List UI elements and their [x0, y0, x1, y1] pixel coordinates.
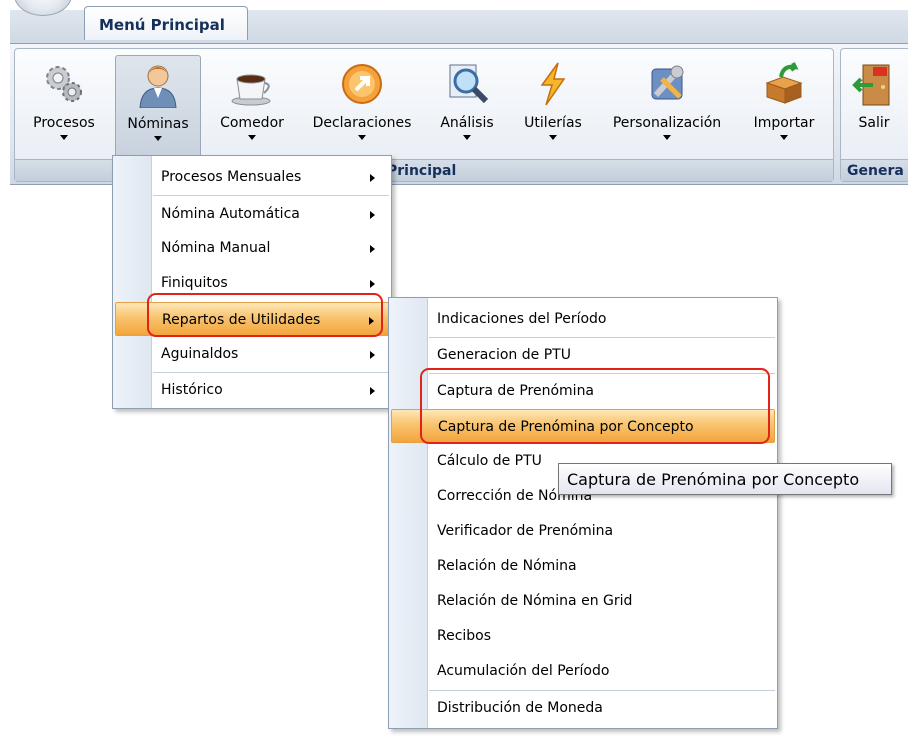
menu-item-label: Recibos [437, 628, 492, 644]
comedor-label: Comedor [220, 115, 284, 131]
menu-item-label: Acumulación del Período [437, 663, 610, 679]
submenu-arrow-icon [370, 211, 375, 219]
dropdown-arrow-icon [358, 135, 366, 140]
importar-label: Importar [753, 115, 815, 131]
group-general-label: Genera [841, 159, 908, 181]
dropdown-arrow-icon [463, 135, 471, 140]
menu-item-label: Cálculo de PTU [437, 453, 542, 469]
lightning-icon [540, 62, 566, 106]
menu-separator [153, 195, 389, 196]
import-box-icon [765, 62, 803, 104]
menu-item-recibos[interactable]: Recibos [391, 619, 775, 653]
coffee-cup-icon [231, 74, 271, 106]
menu-item-label: Generacion de PTU [437, 347, 571, 363]
dropdown-arrow-icon [60, 135, 68, 140]
menu-item-verificador-de-prenomina[interactable]: Verificador de Prenómina [391, 514, 775, 548]
menu-item-label: Indicaciones del Período [437, 311, 607, 327]
magnifier-icon [449, 64, 489, 104]
menu-item-label: Finiquitos [161, 275, 228, 291]
menu-item-label: Relación de Nómina [437, 558, 577, 574]
menu-item-repartos-de-utilidades[interactable]: Repartos de Utilidades [115, 302, 389, 336]
personalizacion-button[interactable]: Personalización [601, 55, 733, 159]
menu-item-label: Repartos de Utilidades [162, 312, 321, 328]
menu-item-acumulacion-del-periodo[interactable]: Acumulación del Período [391, 654, 775, 688]
menu-item-generacion-de-ptu[interactable]: Generacion de PTU [391, 338, 775, 372]
menu-item-label: Verificador de Prenómina [437, 523, 614, 539]
personalizacion-label: Personalización [612, 115, 722, 131]
menu-item-relacion-de-nomina-en-grid[interactable]: Relación de Nómina en Grid [391, 584, 775, 618]
procesos-label: Procesos [33, 115, 95, 131]
submenu-arrow-icon [369, 317, 374, 325]
menu-item-captura-de-prenomina[interactable]: Captura de Prenómina [391, 374, 775, 408]
menu-item-label: Histórico [161, 382, 223, 398]
exit-door-icon [852, 64, 890, 106]
menu-item-indicaciones-del-periodo[interactable]: Indicaciones del Período [391, 302, 775, 336]
submenu-arrow-icon [370, 280, 375, 288]
nominas-button[interactable]: Nóminas [115, 55, 201, 159]
menu-item-captura-de-prenomina-por-concepto[interactable]: Captura de Prenómina por Concepto [391, 409, 775, 443]
dropdown-arrow-icon [248, 135, 256, 140]
dropdown-arrow-icon [154, 136, 162, 141]
utilerias-button[interactable]: Utilerías [513, 55, 593, 159]
submenu-arrow-icon [370, 351, 375, 359]
menu-item-label: Nómina Manual [161, 240, 271, 256]
analisis-button[interactable]: Análisis [429, 55, 505, 159]
salir-label: Salir [858, 115, 890, 131]
tooltip: Captura de Prenómina por Concepto [558, 463, 892, 495]
menu-item-label: Distribución de Moneda [437, 700, 603, 716]
tools-icon [651, 65, 684, 100]
submenu-arrow-icon [370, 174, 375, 182]
menu-item-aguinaldos[interactable]: Aguinaldos [115, 337, 389, 371]
repartos-submenu: Indicaciones del Período Generacion de P… [388, 297, 778, 729]
procesos-button[interactable]: Procesos [21, 55, 107, 159]
menu-item-nomina-automatica[interactable]: Nómina Automática [115, 197, 389, 231]
dropdown-arrow-icon [780, 135, 788, 140]
dropdown-arrow-icon [663, 135, 671, 140]
comedor-button[interactable]: Comedor [209, 55, 295, 159]
menu-item-label: Aguinaldos [161, 346, 239, 362]
declaraciones-button[interactable]: Declaraciones [303, 55, 421, 159]
utilerias-label: Utilerías [524, 115, 582, 131]
importar-button[interactable]: Importar [741, 55, 827, 159]
nominas-label: Nóminas [127, 116, 189, 132]
menu-item-label: Captura de Prenómina por Concepto [438, 419, 694, 435]
orange-arrow-icon [342, 64, 382, 104]
menu-item-nomina-manual[interactable]: Nómina Manual [115, 231, 389, 265]
menu-item-label: Nómina Automática [161, 206, 300, 222]
tab-menu-principal[interactable]: Menú Principal [84, 6, 248, 40]
menu-item-distribucion-de-moneda[interactable]: Distribución de Moneda [391, 691, 775, 725]
nominas-menu: Procesos Mensuales Nómina Automática Nóm… [112, 155, 392, 409]
menu-item-label: Captura de Prenómina [437, 383, 595, 399]
menu-item-historico[interactable]: Histórico [115, 373, 389, 407]
declaraciones-label: Declaraciones [312, 115, 412, 131]
menu-item-finiquitos[interactable]: Finiquitos [115, 266, 389, 300]
analisis-label: Análisis [440, 115, 494, 131]
person-icon [139, 65, 177, 108]
gears-icon [46, 66, 82, 102]
submenu-arrow-icon [370, 387, 375, 395]
salir-button[interactable]: Salir [843, 55, 905, 159]
ribbon-group-general: Salir Genera [840, 48, 908, 182]
menu-item-label: Relación de Nómina en Grid [437, 593, 633, 609]
submenu-arrow-icon [370, 245, 375, 253]
menu-item-relacion-de-nomina[interactable]: Relación de Nómina [391, 549, 775, 583]
dropdown-arrow-icon [549, 135, 557, 140]
menu-item-label: Procesos Mensuales [161, 169, 302, 185]
menu-item-procesos-mensuales[interactable]: Procesos Mensuales [115, 160, 389, 194]
